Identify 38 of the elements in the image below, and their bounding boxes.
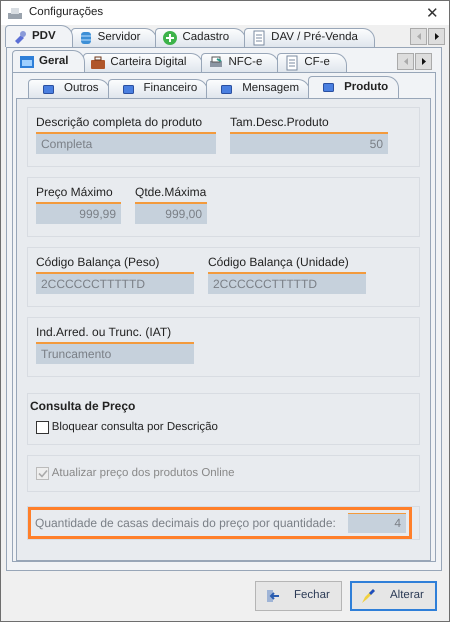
add-icon xyxy=(162,30,178,46)
right-arrow-icon xyxy=(434,33,438,40)
scroll-right-button[interactable] xyxy=(428,28,445,45)
tab[interactable]: Produto xyxy=(308,76,400,98)
left-arrow-icon xyxy=(416,33,420,40)
checkbox-label: Bloquear consulta por Descrição xyxy=(52,420,218,435)
tab[interactable]: PDV xyxy=(5,25,73,47)
left-arrow-icon xyxy=(404,58,408,65)
tab-icon xyxy=(323,83,334,92)
dialog-button[interactable]: Alterar xyxy=(350,581,437,611)
close-button[interactable]: ✕ xyxy=(422,6,443,20)
tab[interactable]: DAV / Pré-Venda xyxy=(244,28,375,47)
tab-icon xyxy=(122,84,134,94)
tab[interactable]: Mensagem xyxy=(206,79,310,98)
tab[interactable]: Geral xyxy=(12,50,86,72)
checkbox[interactable] xyxy=(36,421,49,434)
tab[interactable]: Servidor xyxy=(70,28,158,47)
tab[interactable]: Carteira Digital xyxy=(83,53,204,72)
tab[interactable]: NFC-e xyxy=(201,53,280,72)
register-icon xyxy=(7,6,23,20)
tab[interactable]: CF-e xyxy=(277,53,347,72)
tab[interactable]: Outros xyxy=(28,79,110,98)
checkbox-label: Atualizar preço dos produtos Online xyxy=(52,466,235,482)
document-icon xyxy=(284,55,300,71)
window-icon xyxy=(19,54,35,70)
pen-icon xyxy=(360,588,376,604)
tab[interactable]: Cadastro xyxy=(155,28,246,47)
document-icon xyxy=(251,30,268,46)
dialog-button[interactable]: Fechar xyxy=(255,581,342,611)
tab[interactable]: Financeiro xyxy=(108,79,208,98)
right-arrow-icon xyxy=(422,58,426,65)
field-label: Quantidade de casas decimais do preço por quantidade: xyxy=(35,514,336,532)
briefcase-icon xyxy=(90,55,106,71)
scroll-right-button[interactable] xyxy=(415,53,432,70)
exit-icon xyxy=(264,588,280,604)
tab-icon xyxy=(221,84,232,94)
tab-icon xyxy=(43,84,54,94)
window-title: Configurações xyxy=(29,5,104,20)
